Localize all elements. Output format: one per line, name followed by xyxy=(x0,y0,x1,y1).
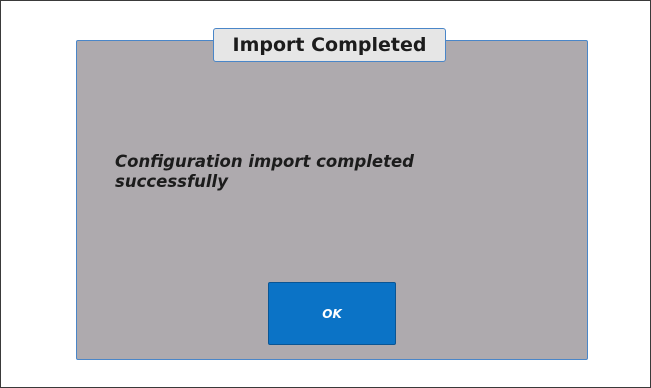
dialog-title: Import Completed xyxy=(232,34,427,56)
dialog-message: Configuration import completed successfu… xyxy=(115,152,414,191)
ok-button-label: OK xyxy=(322,306,342,321)
ok-button[interactable]: OK xyxy=(268,282,396,345)
dialog-title-tab: Import Completed xyxy=(213,28,446,62)
